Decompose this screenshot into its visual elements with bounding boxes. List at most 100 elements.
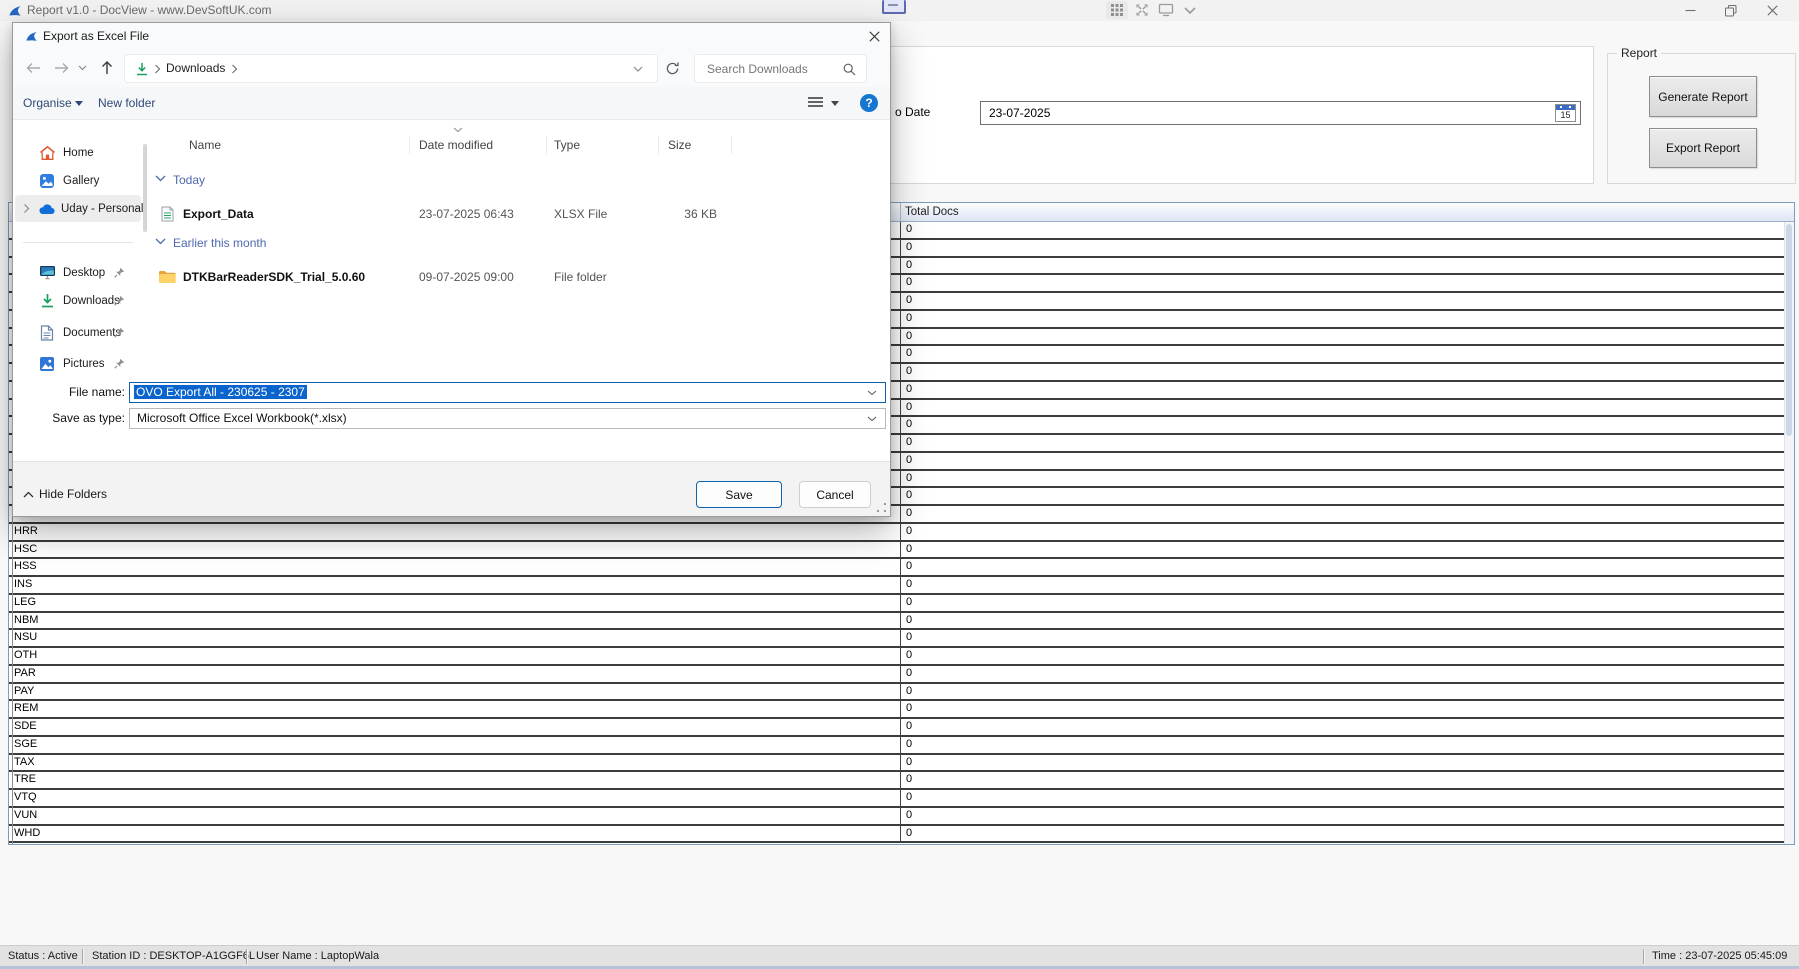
sidebar-item-pictures[interactable]: Pictures bbox=[15, 350, 141, 377]
pin-icon bbox=[114, 295, 125, 306]
row-code-cell: LEG bbox=[9, 595, 901, 611]
hide-folders-button[interactable]: Hide Folders bbox=[39, 487, 107, 501]
hide-folders-chevron-icon bbox=[23, 491, 34, 498]
row-code-cell: SGE bbox=[9, 737, 901, 753]
row-total-cell: 0 bbox=[901, 613, 1794, 629]
row-total-cell: 0 bbox=[901, 364, 1794, 380]
table-row[interactable]: NSU 0 bbox=[9, 630, 1794, 648]
help-button[interactable]: ? bbox=[860, 94, 878, 112]
recent-locations-button[interactable] bbox=[73, 56, 91, 80]
table-row[interactable]: HSS 0 bbox=[9, 559, 1794, 577]
back-button[interactable] bbox=[21, 56, 45, 80]
sidebar-item-desktop[interactable]: Desktop bbox=[15, 259, 141, 286]
grid-view-button[interactable] bbox=[1106, 1, 1128, 19]
total-docs-column-header[interactable]: Total Docs bbox=[901, 203, 1794, 221]
sidebar-item-documents[interactable]: Documents bbox=[15, 319, 141, 346]
table-row[interactable]: REM 0 bbox=[9, 701, 1794, 719]
table-scrollbar-thumb[interactable] bbox=[1786, 224, 1792, 436]
table-row[interactable]: HRR 0 bbox=[9, 524, 1794, 542]
forward-button[interactable] bbox=[49, 56, 73, 80]
back-arrow-icon bbox=[26, 62, 41, 74]
sidebar-item-home[interactable]: Home bbox=[15, 139, 141, 166]
up-button[interactable] bbox=[95, 56, 119, 80]
sidebar-item-downloads[interactable]: Downloads bbox=[15, 287, 141, 314]
view-caret-icon[interactable] bbox=[831, 101, 839, 106]
table-row[interactable]: TAX 0 bbox=[9, 755, 1794, 773]
table-row[interactable]: OTH 0 bbox=[9, 648, 1794, 666]
pin-icon bbox=[114, 267, 125, 278]
view-list-icon[interactable] bbox=[807, 96, 824, 110]
table-row[interactable]: SGE 0 bbox=[9, 737, 1794, 755]
to-date-field[interactable]: 23-07-2025 15 bbox=[980, 101, 1581, 125]
overlay-menu-button[interactable] bbox=[1179, 1, 1201, 19]
column-header-date-modified[interactable]: Date modified bbox=[419, 133, 493, 157]
resize-grip[interactable] bbox=[877, 503, 886, 512]
combo-chevron-icon[interactable] bbox=[867, 390, 877, 396]
group-header-earlier-this-month[interactable]: Earlier this month bbox=[173, 236, 266, 250]
dialog-close-button[interactable] bbox=[858, 23, 890, 49]
address-dropdown-icon[interactable] bbox=[633, 66, 643, 73]
close-window-button[interactable] bbox=[1755, 0, 1789, 21]
sort-indicator-icon bbox=[453, 127, 463, 133]
row-code-cell: REM bbox=[9, 701, 901, 717]
resize-session-button[interactable] bbox=[1131, 1, 1153, 19]
sidebar-item-gallery[interactable]: Gallery bbox=[15, 167, 141, 194]
restore-button[interactable] bbox=[1714, 0, 1748, 21]
column-header-size[interactable]: Size bbox=[668, 133, 691, 157]
table-row[interactable]: VUN 0 bbox=[9, 808, 1794, 826]
user-name: User Name : LaptopWala bbox=[256, 946, 379, 967]
file-name-value[interactable]: OVO Export All - 230625 - 2307 bbox=[134, 385, 307, 399]
row-total-cell: 0 bbox=[901, 755, 1794, 771]
cancel-button[interactable]: Cancel bbox=[799, 481, 871, 508]
breadcrumb-downloads[interactable]: Downloads bbox=[166, 55, 225, 82]
table-row[interactable]: LEG 0 bbox=[9, 595, 1794, 613]
group-collapse-icon[interactable] bbox=[155, 175, 166, 182]
column-header-type[interactable]: Type bbox=[554, 133, 580, 157]
export-report-button[interactable]: Export Report bbox=[1649, 128, 1757, 168]
table-row[interactable]: PAR 0 bbox=[9, 666, 1794, 684]
organise-button[interactable]: Organise bbox=[23, 87, 72, 119]
table-scrollbar[interactable] bbox=[1784, 222, 1794, 844]
save-button[interactable]: Save bbox=[696, 481, 782, 508]
table-row[interactable]: WHD 0 bbox=[9, 826, 1794, 844]
sidebar-item-onedrive-personal[interactable]: Uday - Personal bbox=[15, 195, 141, 222]
table-row[interactable]: PAY 0 bbox=[9, 684, 1794, 702]
table-row[interactable]: VTQ 0 bbox=[9, 790, 1794, 808]
pill-handle-icon bbox=[888, 4, 898, 6]
address-bar[interactable]: Downloads bbox=[124, 54, 658, 83]
row-code-cell: NSU bbox=[9, 630, 901, 646]
generate-report-button[interactable]: Generate Report bbox=[1649, 76, 1757, 117]
row-total-cell: 0 bbox=[901, 275, 1794, 291]
expand-chevron-icon[interactable] bbox=[23, 203, 31, 214]
search-input[interactable] bbox=[705, 58, 839, 80]
combo-chevron-icon[interactable] bbox=[867, 416, 877, 422]
table-row[interactable]: NBM 0 bbox=[9, 613, 1794, 631]
file-name-combobox[interactable]: OVO Export All - 230625 - 2307 bbox=[129, 382, 886, 403]
save-as-type-label: Save as type: bbox=[31, 411, 125, 425]
collapsed-toolbar-pill[interactable] bbox=[882, 0, 906, 14]
minimize-button[interactable] bbox=[1673, 0, 1707, 21]
column-header-name[interactable]: Name bbox=[189, 133, 221, 157]
file-row-export-data[interactable]: Export_Data 23-07-2025 06:43 XLSX File 3… bbox=[151, 203, 751, 225]
search-box[interactable] bbox=[694, 54, 867, 83]
calendar-day: 15 bbox=[1556, 110, 1575, 121]
save-as-type-combobox[interactable]: Microsoft Office Excel Workbook(*.xlsx) bbox=[129, 408, 886, 429]
table-row[interactable]: HSC 0 bbox=[9, 542, 1794, 560]
monitor-select-button[interactable] bbox=[1155, 1, 1177, 19]
table-row[interactable]: SDE 0 bbox=[9, 719, 1794, 737]
date-picker-button[interactable]: 15 bbox=[1555, 104, 1576, 122]
new-folder-button[interactable]: New folder bbox=[98, 87, 155, 119]
row-total-cell: 0 bbox=[901, 346, 1794, 362]
pin-icon bbox=[114, 358, 125, 369]
desktop-icon bbox=[39, 265, 56, 280]
sidebar-scrollbar[interactable] bbox=[143, 144, 147, 232]
table-row[interactable]: TRE 0 bbox=[9, 772, 1794, 790]
main-titlebar: Report v1.0 - DocView - www.DevSoftUK.co… bbox=[0, 0, 1799, 22]
table-row[interactable]: INS 0 bbox=[9, 577, 1794, 595]
group-header-today[interactable]: Today bbox=[173, 173, 205, 187]
dialog-navbar: Downloads bbox=[13, 49, 890, 87]
group-collapse-icon[interactable] bbox=[155, 238, 166, 245]
row-total-cell: 0 bbox=[901, 630, 1794, 646]
refresh-button[interactable] bbox=[660, 56, 684, 80]
file-row-dtk-folder[interactable]: DTKBarReaderSDK_Trial_5.0.60 09-07-2025 … bbox=[151, 266, 751, 288]
